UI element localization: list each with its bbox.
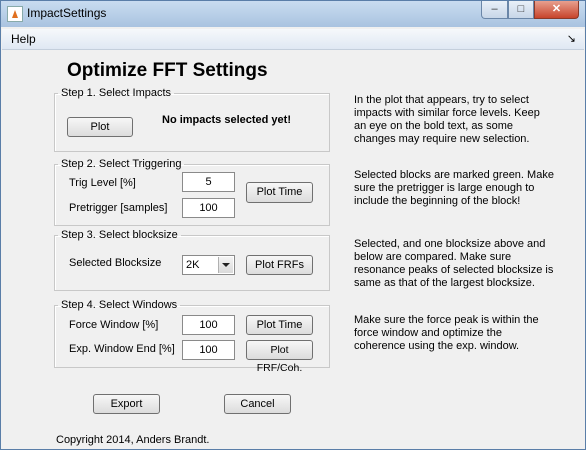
chevron-down-icon[interactable] (218, 257, 233, 273)
step4-legend: Step 4. Select Windows (61, 299, 178, 311)
trig-level-input[interactable]: 5 (182, 172, 235, 192)
cancel-button[interactable]: Cancel (224, 394, 291, 414)
window-title: ImpactSettings (27, 6, 107, 20)
help-text-step3: Selected, and one blocksize above and be… (354, 238, 554, 289)
help-text-step4: Make sure the force peak is within the f… (354, 314, 539, 352)
trig-level-label: Trig Level [%] (69, 177, 136, 189)
exp-window-label: Exp. Window End [%] (69, 343, 175, 355)
step2-legend: Step 2. Select Triggering (61, 158, 182, 170)
pretrigger-input[interactable]: 100 (182, 198, 235, 218)
dock-icon[interactable]: ↘ (567, 32, 576, 45)
pretrigger-label: Pretrigger [samples] (69, 202, 168, 214)
minimize-button[interactable]: – (481, 1, 508, 19)
force-window-label: Force Window [%] (69, 319, 159, 331)
close-button[interactable]: ✕ (534, 1, 579, 19)
help-text-step1: In the plot that appears, try to select … (354, 94, 540, 145)
impact-settings-window: ImpactSettings – □ ✕ Help ↘ Optimize FFT… (0, 0, 586, 450)
page-title: Optimize FFT Settings (67, 60, 268, 81)
plot-impacts-button[interactable]: Plot (67, 117, 133, 137)
menu-bar: Help ↘ (2, 29, 584, 50)
blocksize-label: Selected Blocksize (69, 257, 162, 269)
impact-status: No impacts selected yet! (162, 114, 291, 126)
plot-frf-coh-button[interactable]: Plot FRF/Coh. (246, 340, 313, 374)
plot-time-window-button[interactable]: Plot Time (246, 315, 313, 335)
export-button[interactable]: Export (93, 394, 160, 414)
step1-legend: Step 1. Select Impacts (61, 87, 172, 99)
copyright-text: Copyright 2014, Anders Brandt. (56, 434, 210, 446)
exp-window-input[interactable]: 100 (182, 340, 235, 360)
help-text-step2: Selected blocks are marked green. Make s… (354, 169, 554, 207)
blocksize-value: 2K (186, 259, 200, 271)
step3-legend: Step 3. Select blocksize (61, 229, 178, 241)
menu-help[interactable]: Help (11, 32, 36, 46)
plot-time-trigger-button[interactable]: Plot Time (246, 182, 313, 203)
title-bar[interactable]: ImpactSettings – □ ✕ (1, 1, 585, 27)
plot-frfs-button[interactable]: Plot FRFs (246, 255, 313, 275)
force-window-input[interactable]: 100 (182, 315, 235, 335)
blocksize-select[interactable]: 2K (182, 255, 235, 275)
matlab-icon (7, 6, 23, 22)
maximize-button[interactable]: □ (508, 1, 534, 19)
